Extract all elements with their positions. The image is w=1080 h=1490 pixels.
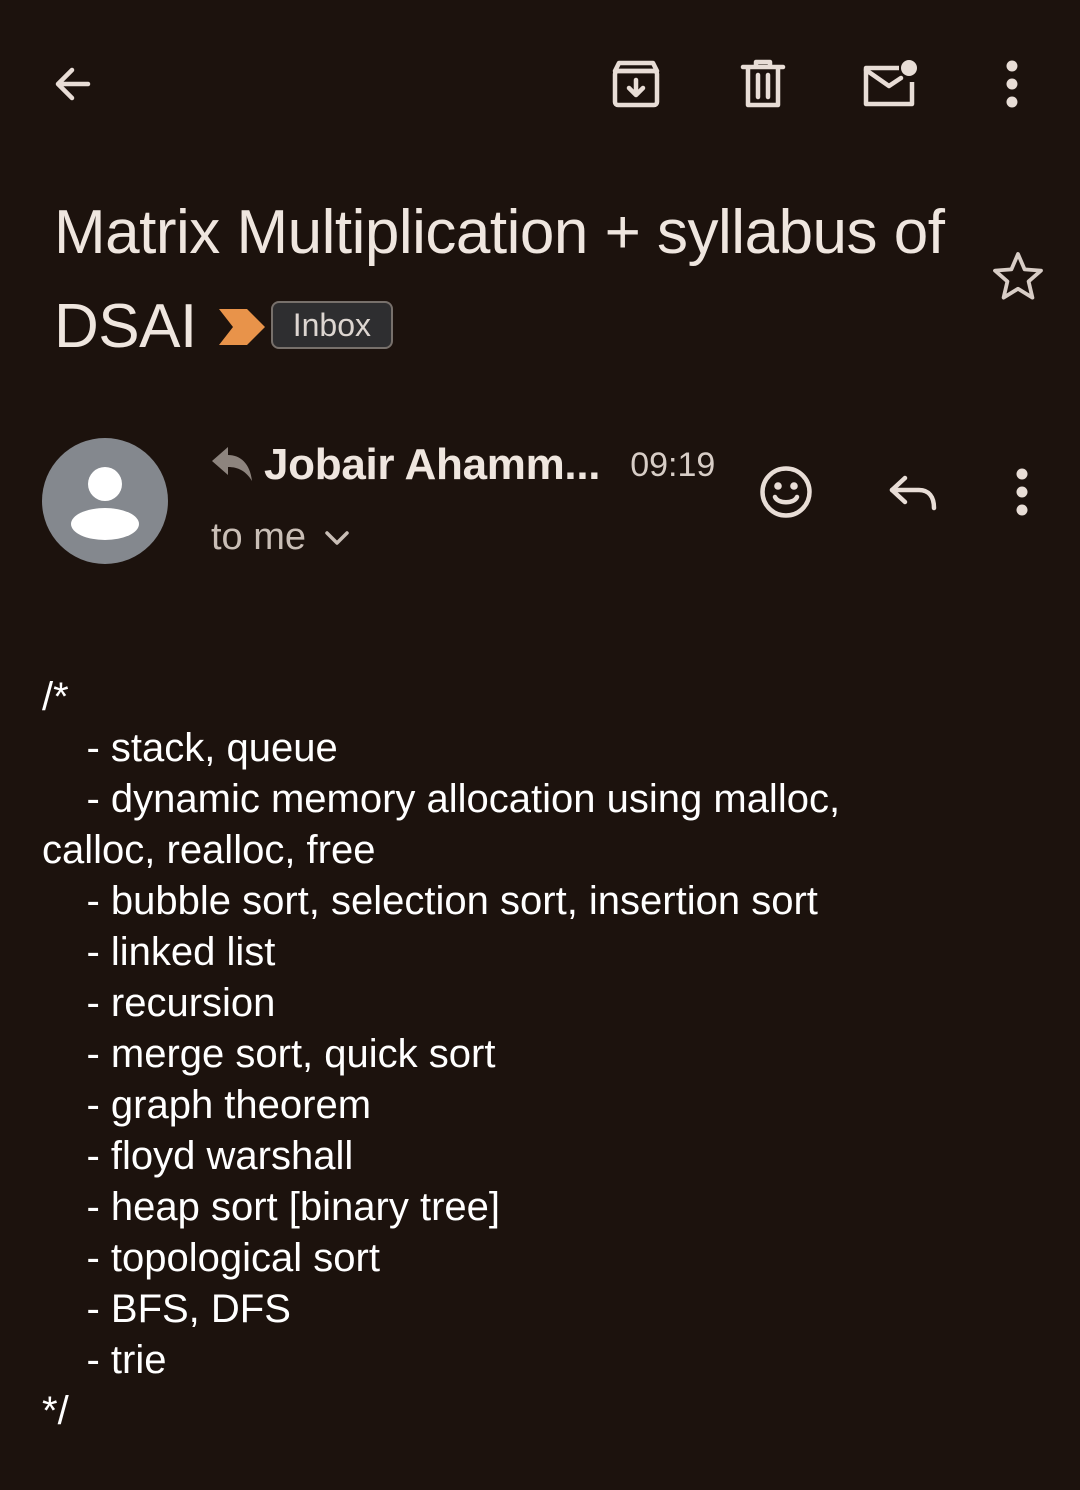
person-icon [71,467,139,540]
add-reaction-button[interactable] [750,456,822,528]
mark-unread-button[interactable] [852,48,928,120]
sender-avatar[interactable] [42,438,168,564]
recipient-details-toggle[interactable]: to me [211,516,350,559]
email-time: 09:19 [630,445,716,484]
delete-button[interactable] [727,48,799,120]
message-more-options-button[interactable] [986,456,1058,528]
mail-unread-icon [863,60,917,107]
reply-icon [889,475,937,511]
emoji-icon [760,466,812,518]
more-vert-icon [1006,60,1018,108]
more-vert-icon [1016,468,1028,516]
email-body: /* - stack, queue - dynamic memory alloc… [42,675,841,1433]
star-button[interactable] [982,240,1054,312]
more-options-button[interactable] [976,48,1048,120]
email-subject: Matrix Multiplication + syllabus of DSAI [54,198,945,361]
archive-icon [612,60,660,108]
sender-name[interactable]: Jobair Ahamm... [264,440,600,490]
replied-icon [212,447,252,481]
reply-button[interactable] [877,456,949,528]
arrow-left-icon [55,67,91,101]
star-icon [993,252,1043,300]
trash-icon [740,59,786,108]
back-button[interactable] [36,48,108,120]
chevron-down-icon [325,530,349,545]
email-subject-header: Matrix Multiplication + syllabus of DSAI… [54,186,954,374]
recipient-label: to me [211,516,307,558]
sender-row: Jobair Ahamm... 09:19 [208,430,715,500]
inbox-label-chip[interactable]: Inbox [270,300,393,349]
archive-button[interactable] [600,48,672,120]
important-marker-icon[interactable] [218,278,265,372]
